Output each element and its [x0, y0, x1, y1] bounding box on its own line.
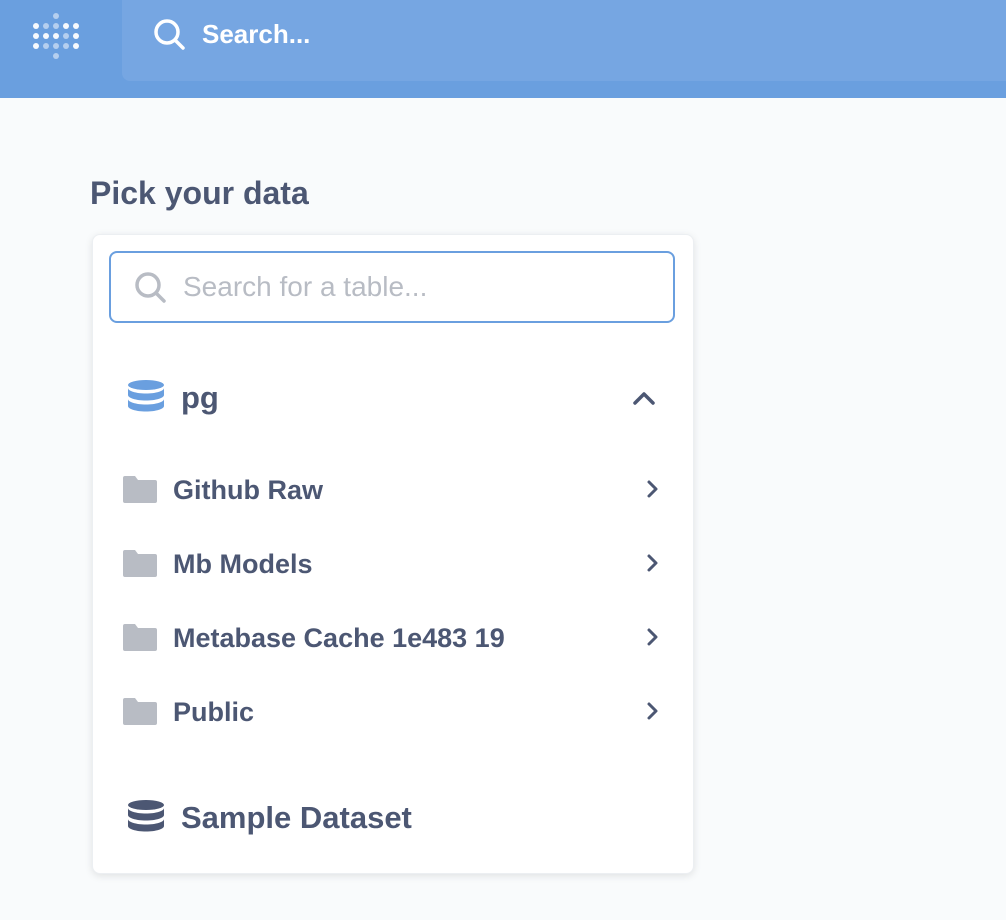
schema-item-mb-models[interactable]: Mb Models [93, 535, 693, 591]
database-item-pg[interactable]: pg [93, 367, 693, 427]
chevron-right-icon [647, 554, 658, 572]
schema-label: Public [173, 697, 255, 727]
database-icon [128, 380, 164, 412]
table-search-input[interactable] [183, 267, 653, 307]
folder-icon [123, 476, 157, 503]
database-item-sample-dataset[interactable]: Sample Dataset [93, 787, 693, 847]
schema-label: Metabase Cache 1e483 19 [173, 623, 505, 653]
search-icon [135, 272, 166, 303]
chevron-right-icon [647, 628, 658, 646]
chevron-up-icon[interactable] [631, 385, 657, 411]
metabase-logo-icon[interactable] [32, 12, 84, 64]
schema-item-metabase-cache[interactable]: Metabase Cache 1e483 19 [93, 609, 693, 665]
data-picker-panel: pg Github Raw Mb Models Metabase Cache 1… [92, 234, 694, 874]
top-navigation-bar: Search... [0, 0, 1006, 98]
folder-icon [123, 624, 157, 651]
folder-icon [123, 698, 157, 725]
database-label: Sample Dataset [181, 800, 412, 835]
chevron-right-icon [647, 480, 658, 498]
folder-icon [123, 550, 157, 577]
page-title: Pick your data [90, 175, 309, 211]
database-icon [128, 800, 164, 832]
global-search-placeholder: Search... [202, 19, 311, 49]
schema-label: Mb Models [173, 549, 313, 579]
search-icon [154, 19, 185, 50]
database-label: pg [181, 380, 219, 415]
schema-item-public[interactable]: Public [93, 683, 693, 739]
table-search-box[interactable] [109, 251, 675, 323]
global-search-bar[interactable]: Search... [122, 0, 1006, 81]
chevron-right-icon [647, 702, 658, 720]
schema-label: Github Raw [173, 475, 323, 505]
schema-item-github-raw[interactable]: Github Raw [93, 461, 693, 517]
